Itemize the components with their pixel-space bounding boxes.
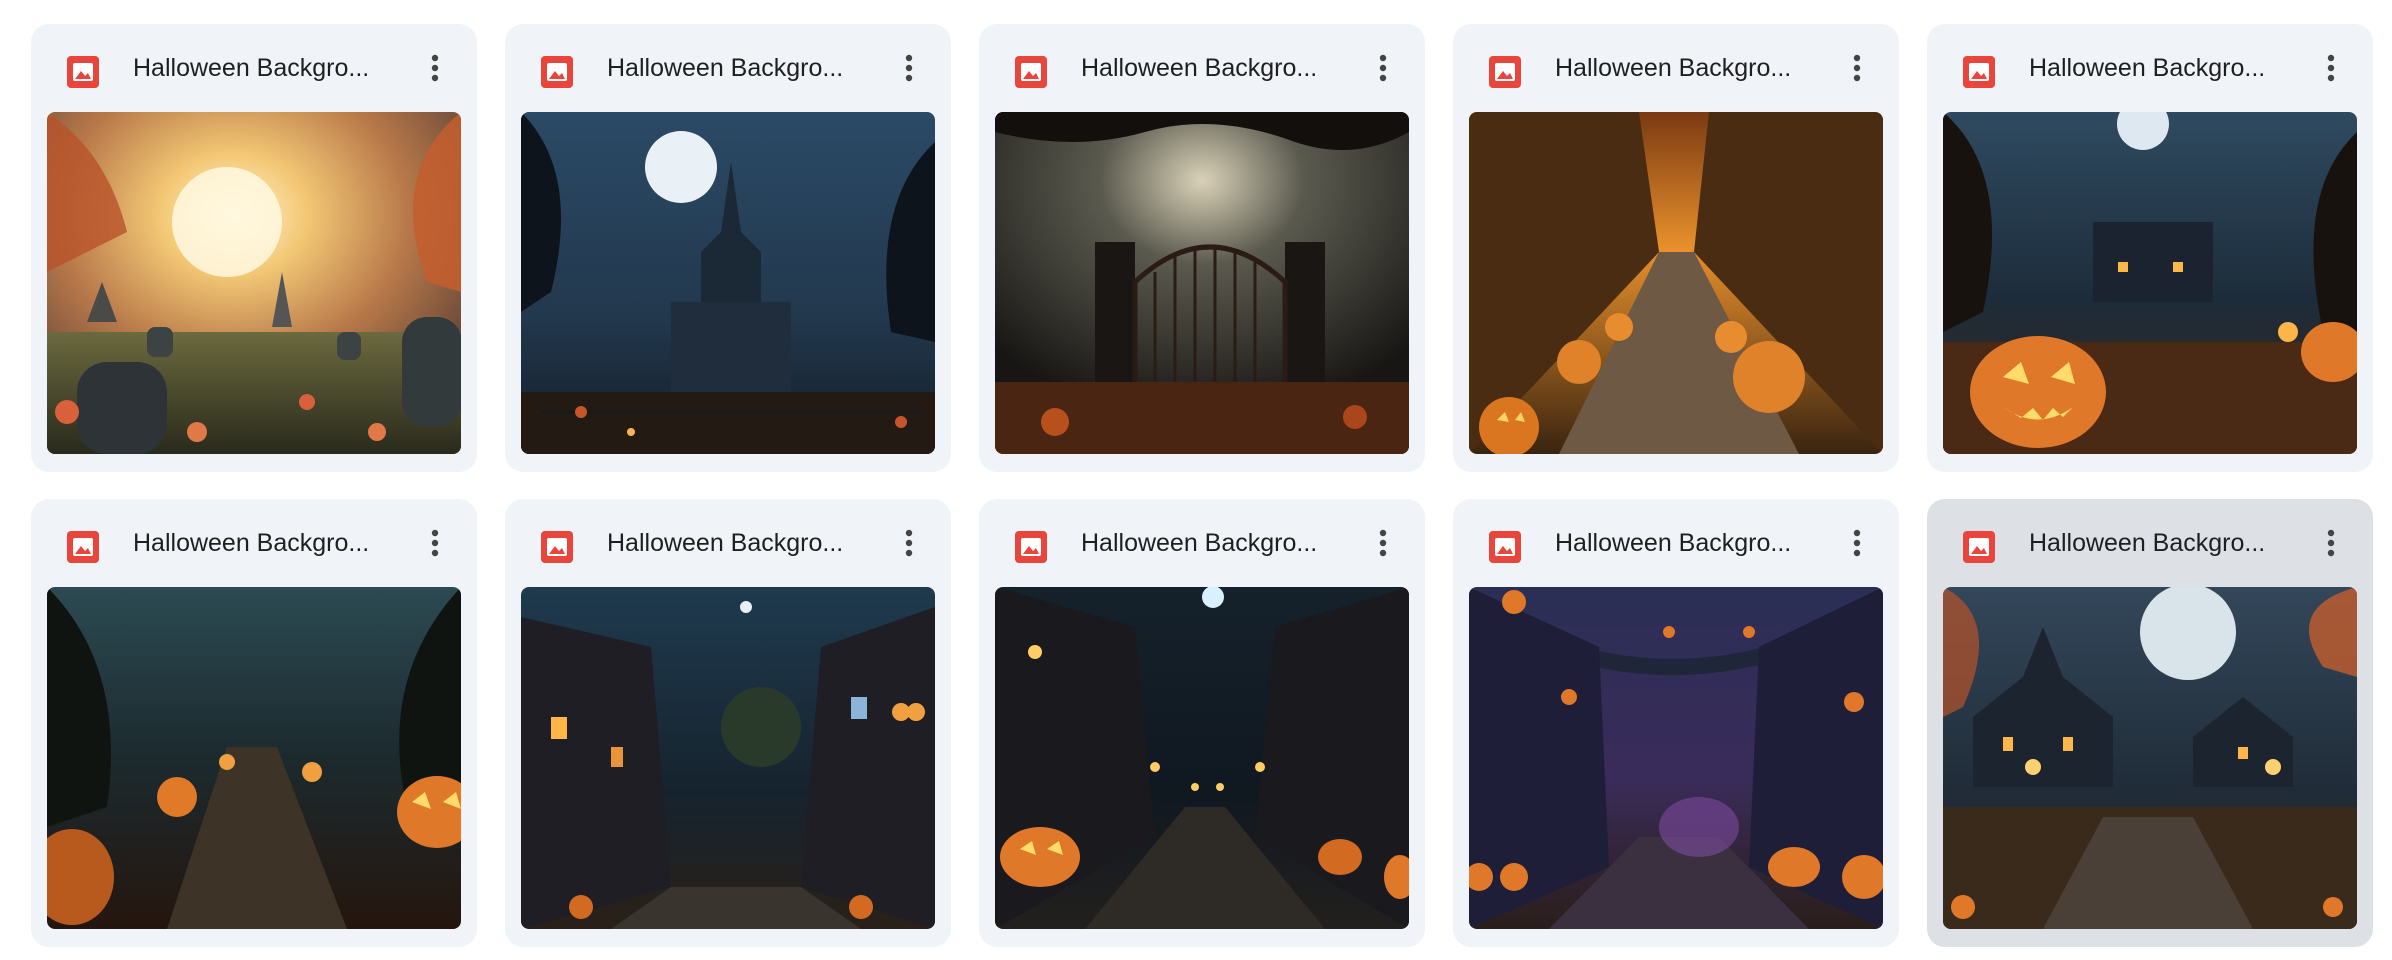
- file-thumbnail[interactable]: [1943, 587, 2357, 929]
- file-name[interactable]: Halloween Backgro...: [1555, 527, 1825, 559]
- more-vert-icon: [1853, 54, 1861, 82]
- more-vert-icon: [431, 529, 439, 557]
- file-name[interactable]: Halloween Backgro...: [1081, 52, 1351, 84]
- more-actions-button[interactable]: [415, 48, 455, 88]
- file-name[interactable]: Halloween Backgro...: [2029, 52, 2299, 84]
- file-thumbnail[interactable]: [521, 112, 935, 454]
- more-vert-icon: [2327, 54, 2335, 82]
- file-card[interactable]: Halloween Backgro...: [505, 499, 951, 947]
- file-thumbnail[interactable]: [47, 587, 461, 929]
- file-card[interactable]: Halloween Backgro...: [1453, 24, 1899, 472]
- more-vert-icon: [2327, 529, 2335, 557]
- file-thumbnail[interactable]: [995, 112, 1409, 454]
- image-file-icon: [1489, 531, 1521, 563]
- image-file-icon: [541, 531, 573, 563]
- file-card[interactable]: Halloween Backgro...: [1453, 499, 1899, 947]
- more-actions-button[interactable]: [889, 48, 929, 88]
- file-card[interactable]: Halloween Backgro...: [505, 24, 951, 472]
- file-grid: Halloween Backgro... Halloween Backgro..…: [31, 24, 2373, 947]
- more-vert-icon: [431, 54, 439, 82]
- file-card-header: Halloween Backgro...: [1927, 499, 2373, 586]
- file-name[interactable]: Halloween Backgro...: [133, 52, 403, 84]
- file-name[interactable]: Halloween Backgro...: [607, 527, 877, 559]
- more-vert-icon: [905, 529, 913, 557]
- image-file-icon: [1015, 531, 1047, 563]
- more-vert-icon: [1379, 529, 1387, 557]
- file-card[interactable]: Halloween Backgro...: [979, 499, 1425, 947]
- file-thumbnail[interactable]: [1943, 112, 2357, 454]
- file-card-header: Halloween Backgro...: [31, 24, 477, 111]
- file-card-header: Halloween Backgro...: [979, 24, 1425, 111]
- file-card-header: Halloween Backgro...: [505, 24, 951, 111]
- file-thumbnail[interactable]: [995, 587, 1409, 929]
- file-card[interactable]: Halloween Backgro...: [31, 499, 477, 947]
- file-name[interactable]: Halloween Backgro...: [133, 527, 403, 559]
- file-thumbnail[interactable]: [521, 587, 935, 929]
- image-file-icon: [1963, 56, 1995, 88]
- more-actions-button[interactable]: [1837, 523, 1877, 563]
- file-thumbnail[interactable]: [1469, 587, 1883, 929]
- file-card-header: Halloween Backgro...: [1927, 24, 2373, 111]
- image-file-icon: [1963, 531, 1995, 563]
- more-actions-button[interactable]: [889, 523, 929, 563]
- file-card[interactable]: Halloween Backgro...: [1927, 24, 2373, 472]
- file-card-header: Halloween Backgro...: [31, 499, 477, 586]
- file-card[interactable]: Halloween Backgro...: [979, 24, 1425, 472]
- file-name[interactable]: Halloween Backgro...: [2029, 527, 2299, 559]
- image-file-icon: [541, 56, 573, 88]
- file-thumbnail[interactable]: [1469, 112, 1883, 454]
- more-vert-icon: [1853, 529, 1861, 557]
- file-thumbnail[interactable]: [47, 112, 461, 454]
- more-actions-button[interactable]: [1837, 48, 1877, 88]
- file-name[interactable]: Halloween Backgro...: [1555, 52, 1825, 84]
- more-actions-button[interactable]: [2311, 48, 2351, 88]
- file-name[interactable]: Halloween Backgro...: [607, 52, 877, 84]
- file-card-header: Halloween Backgro...: [979, 499, 1425, 586]
- file-card[interactable]: Halloween Backgro...: [31, 24, 477, 472]
- more-actions-button[interactable]: [1363, 523, 1403, 563]
- more-vert-icon: [905, 54, 913, 82]
- file-name[interactable]: Halloween Backgro...: [1081, 527, 1351, 559]
- more-actions-button[interactable]: [1363, 48, 1403, 88]
- more-actions-button[interactable]: [415, 523, 455, 563]
- file-card-selected[interactable]: Halloween Backgro...: [1927, 499, 2373, 947]
- image-file-icon: [1015, 56, 1047, 88]
- file-card-header: Halloween Backgro...: [1453, 24, 1899, 111]
- image-file-icon: [67, 531, 99, 563]
- file-card-header: Halloween Backgro...: [1453, 499, 1899, 586]
- file-card-header: Halloween Backgro...: [505, 499, 951, 586]
- image-file-icon: [67, 56, 99, 88]
- image-file-icon: [1489, 56, 1521, 88]
- more-actions-button[interactable]: [2311, 523, 2351, 563]
- more-vert-icon: [1379, 54, 1387, 82]
